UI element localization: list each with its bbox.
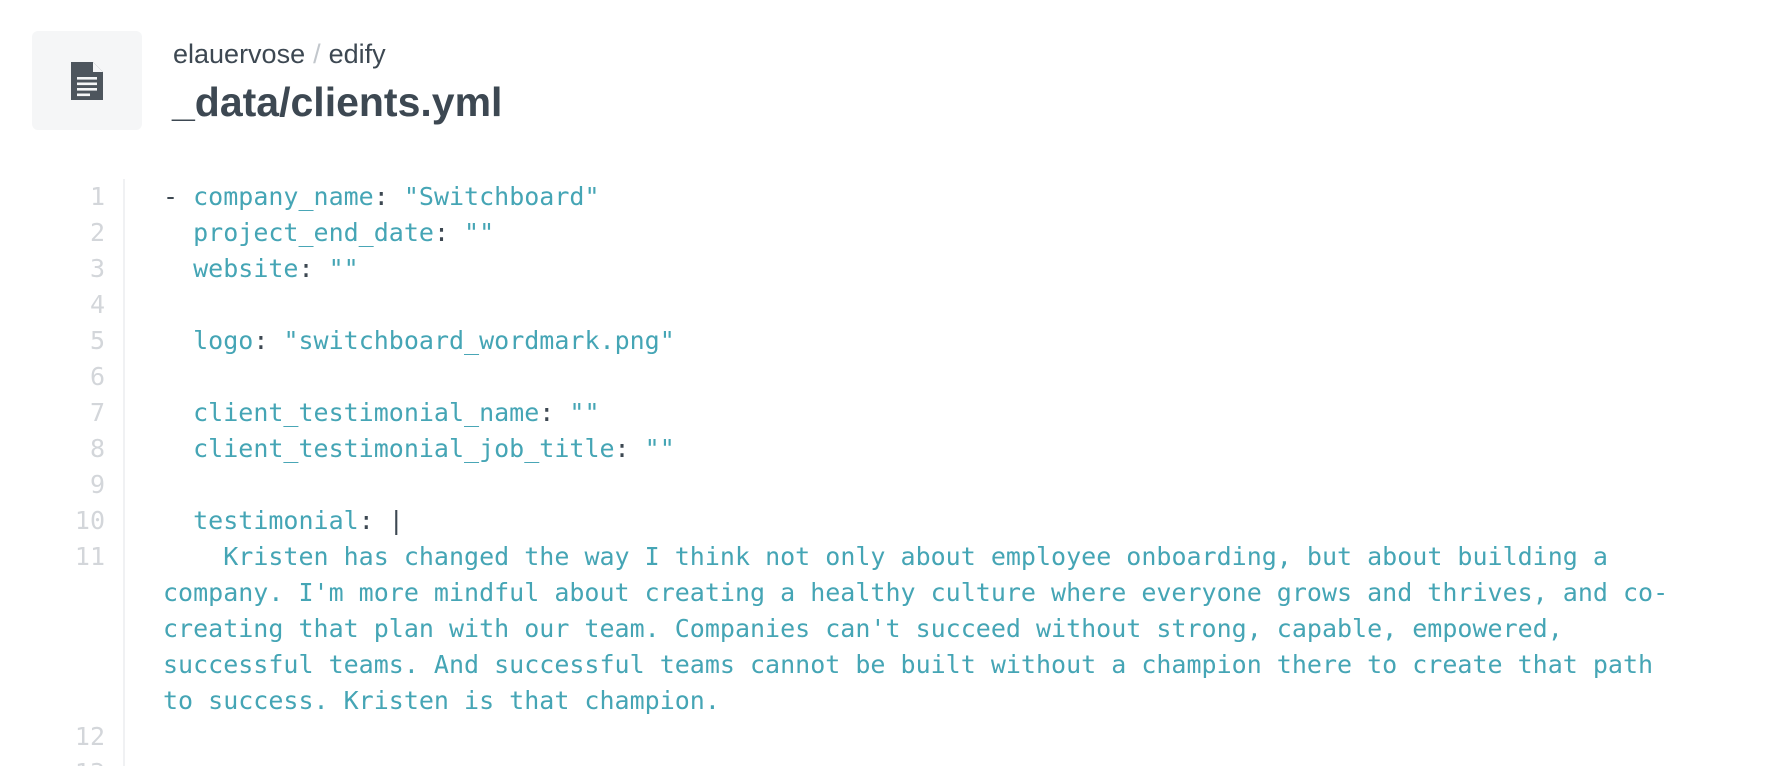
line-content: ​ [163,287,1683,323]
breadcrumb: elauervose / edify [173,36,386,72]
yaml-colon: : [358,506,389,535]
line-content: project_end_date: "" [163,215,1683,251]
code-line[interactable]: 13 ​ [0,755,1782,766]
yaml-value: | [388,506,404,535]
breadcrumb-separator: / [313,39,321,69]
yaml-colon: : [433,218,465,247]
yaml-value: "" [569,398,600,427]
code-line[interactable]: 9​ [0,467,1782,503]
line-number: 10 [74,506,105,535]
yaml-colon: : [253,326,284,355]
line-content: website: "" [163,251,1683,287]
line-content: logo: "switchboard_wordmark.png" [163,323,1683,359]
yaml-key: testimonial [193,506,359,535]
code-line[interactable]: 8 client_testimonial_job_title: "" [0,431,1782,467]
file-document-icon [71,61,103,100]
code-line[interactable]: 4​ [0,287,1782,323]
page-title: _data/clients.yml [172,79,503,125]
line-number: 1 [89,182,105,211]
line-number: 8 [89,434,105,463]
line-content: ​ [163,359,1683,395]
line-number: 2 [89,218,105,247]
list-dash: - [163,182,194,211]
code-line[interactable]: 11 Kristen has changed the way I think n… [0,539,1782,719]
line-content: testimonial: | [163,503,1683,539]
yaml-key: client_testimonial_name [193,398,540,427]
line-content: ​ [163,719,1683,755]
line-number: 6 [89,362,105,391]
code-line[interactable]: 3 website: "" [0,251,1782,287]
yaml-value: "switchboard_wordmark.png" [283,326,675,355]
code-line[interactable]: 2 project_end_date: "" [0,215,1782,251]
breadcrumb-repo[interactable]: edify [329,39,386,69]
block-text: Kristen has changed the way I think not … [163,542,1669,715]
line-content: ​ [163,755,1683,766]
yaml-key: company_name [193,182,374,211]
yaml-key: project_end_date [193,218,434,247]
breadcrumb-owner[interactable]: elauervose [173,39,305,69]
line-number: 3 [89,254,105,283]
line-number: 9 [89,470,105,499]
line-content: client_testimonial_name: "" [163,395,1683,431]
code-editor[interactable]: 1- company_name: "Switchboard" 2 project_… [0,179,1782,766]
code-lines: 1- company_name: "Switchboard" 2 project_… [0,179,1782,766]
code-line[interactable]: 1 - company_name: "Switchboard" [0,179,1782,215]
yaml-key: website [193,254,299,283]
yaml-colon: : [298,254,329,283]
code-line[interactable]: 10 testimonial: | [0,503,1782,539]
yaml-key: client_testimonial_job_title [193,434,615,463]
yaml-colon: : [614,434,645,463]
line-number: 4 [89,290,105,319]
line-content: client_testimonial_job_title: "" [163,431,1683,467]
code-line[interactable]: 12 ​ [0,719,1782,755]
yaml-value: "" [464,218,495,247]
line-number: 5 [89,326,105,355]
line-content: - company_name: "Switchboard" [163,179,1683,215]
yaml-colon: : [539,398,570,427]
file-icon-container [32,31,142,130]
gutter-divider [123,179,125,766]
yaml-colon: : [373,182,404,211]
line-number: 7 [89,398,105,427]
line-number: 13 [0,755,105,766]
code-line[interactable]: 5 logo: "switchboard_wordmark.png" [0,323,1782,359]
yaml-key: logo [193,326,254,355]
code-line[interactable]: 7 client_testimonial_name: "" [0,395,1782,431]
line-content: ​ [163,467,1683,503]
line-number: 11 [74,542,105,571]
yaml-value: "" [328,254,359,283]
code-line[interactable]: 6​ [0,359,1782,395]
line-content: Kristen has changed the way I think not … [163,539,1683,719]
yaml-value: "" [644,434,675,463]
yaml-value: "Switchboard" [403,182,600,211]
line-number: 12 [74,722,105,751]
